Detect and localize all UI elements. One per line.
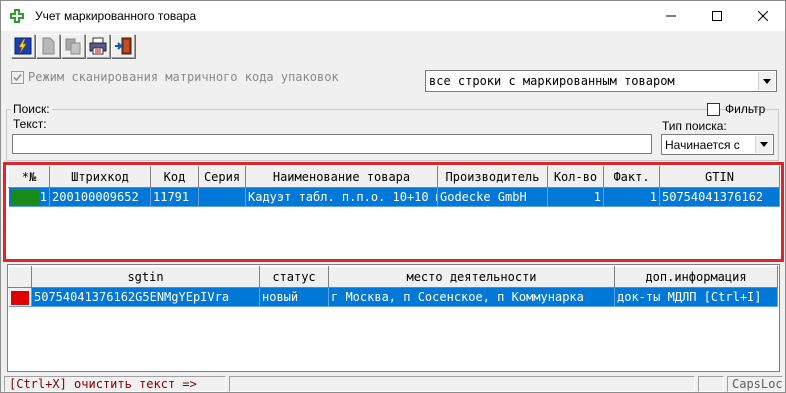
scan-mode-label: Режим сканирования матричного кода упако… [28, 70, 339, 84]
cell-sgtin[interactable]: 50754041376162G5ENMgYEpIVra [31, 287, 260, 307]
filter-label: Фильтр [725, 102, 766, 116]
products-grid[interactable]: *№ Штрихкод Код Серия Наименование товар… [3, 162, 784, 262]
col-header[interactable]: Производитель [437, 166, 548, 188]
sgtin-grid[interactable]: sgtin статус место деятельности доп.инфо… [7, 264, 780, 372]
table-row[interactable]: 1 200100009652 11791 Кадуэт табл. п.п.о.… [8, 187, 780, 207]
row-indicator-cell[interactable] [8, 287, 32, 307]
cell-manufacturer[interactable]: Godecke GmbH [437, 187, 548, 207]
status-indicator [10, 190, 39, 205]
products-header-row: *№ Штрихкод Код Серия Наименование товар… [8, 166, 780, 188]
chevron-down-icon[interactable] [755, 136, 772, 153]
col-header[interactable]: статус [259, 266, 329, 288]
exit-door-icon [115, 37, 132, 55]
sgtin-table: sgtin статус место деятельности доп.инфо… [8, 266, 778, 307]
filter-checkbox[interactable]: Фильтр [707, 102, 765, 116]
col-header[interactable]: Факт. [603, 166, 660, 188]
main-window: Учет маркированного товара Режим сканиро… [0, 0, 786, 393]
col-header[interactable]: *№ [8, 166, 50, 188]
col-header[interactable]: Серия [198, 166, 246, 188]
scan-mode-checkbox[interactable]: Режим сканирования матричного кода упако… [11, 70, 339, 84]
printer-icon [89, 37, 107, 55]
col-header[interactable]: место деятельности [328, 266, 615, 288]
cell-code[interactable]: 11791 [150, 187, 199, 207]
new-document-button[interactable] [36, 34, 60, 58]
cell-series[interactable] [198, 187, 246, 207]
search-group-title: Поиск: [11, 102, 52, 116]
cell-quantity[interactable]: 1 [547, 187, 604, 207]
cell-barcode[interactable]: 200100009652 [49, 187, 151, 207]
indicator-header [8, 266, 32, 288]
status-capslock: CapsLock [727, 376, 783, 392]
cell-extra-info[interactable]: док-ты МДЛП [Ctrl+I] [614, 287, 778, 307]
status-middle [229, 376, 695, 392]
checkmark-icon [13, 73, 22, 81]
cell-gtin[interactable]: 50754041376162 [659, 187, 780, 207]
maximize-button[interactable] [694, 1, 740, 31]
window-title: Учет маркированного товара [35, 9, 197, 23]
table-row[interactable]: 50754041376162G5ENMgYEpIVra новый г Моск… [8, 287, 778, 307]
close-button[interactable] [740, 1, 786, 31]
title-bar[interactable]: Учет маркированного товара [1, 1, 785, 31]
copy-icon [65, 38, 81, 55]
exit-button[interactable] [111, 34, 135, 58]
col-header[interactable]: Кол-во [547, 166, 604, 188]
cell-fact[interactable]: 1 [603, 187, 660, 207]
search-type-value: Начинается с [665, 137, 740, 152]
rows-filter-select[interactable]: все строки с маркированным товаром [425, 70, 777, 92]
close-icon [758, 11, 768, 21]
cell-location[interactable]: г Москва, п Сосенское, п Коммунарка [328, 287, 615, 307]
cell-status[interactable]: новый [259, 287, 329, 307]
pharmacy-cross-icon [10, 9, 24, 23]
print-button[interactable] [86, 34, 110, 58]
filter-check[interactable] [707, 102, 720, 116]
col-header[interactable]: Код [150, 166, 199, 188]
row-number: 1 [39, 190, 47, 204]
col-header[interactable]: Штрихкод [49, 166, 151, 188]
run-button[interactable] [11, 34, 35, 58]
lightning-icon [14, 37, 32, 55]
col-header[interactable]: GTIN [659, 166, 780, 188]
copy-button[interactable] [61, 34, 85, 58]
search-input[interactable] [12, 134, 652, 154]
status-bar: [Ctrl+X] очистить текст => CapsLock [1, 375, 785, 393]
status-hint: [Ctrl+X] очистить текст => [4, 376, 226, 392]
sgtin-header-row: sgtin статус место деятельности доп.инфо… [8, 266, 778, 288]
rows-filter-value: все строки с маркированным товаром [429, 74, 675, 88]
col-header[interactable]: доп.информация [614, 266, 778, 288]
document-icon [42, 37, 55, 55]
col-header[interactable]: Наименование товара [245, 166, 438, 188]
cell-product-name[interactable]: Кадуэт табл. п.п.о. 10+10 мг №30 [245, 187, 438, 207]
maximize-icon [712, 11, 722, 21]
scan-mode-check[interactable] [11, 70, 24, 84]
status-mode [698, 376, 724, 392]
status-indicator [10, 291, 29, 305]
minimize-button[interactable] [648, 1, 694, 31]
chevron-down-icon[interactable] [758, 72, 775, 90]
products-table: *№ Штрихкод Код Серия Наименование товар… [8, 166, 780, 207]
minimize-icon [666, 15, 676, 17]
toolbar [11, 34, 135, 58]
search-type-label: Тип поиска: [662, 119, 727, 133]
search-text-label: Текст: [13, 117, 47, 131]
row-number-cell[interactable]: 1 [8, 187, 50, 207]
search-type-select[interactable]: Начинается с [661, 134, 774, 155]
col-header[interactable]: sgtin [31, 266, 260, 288]
